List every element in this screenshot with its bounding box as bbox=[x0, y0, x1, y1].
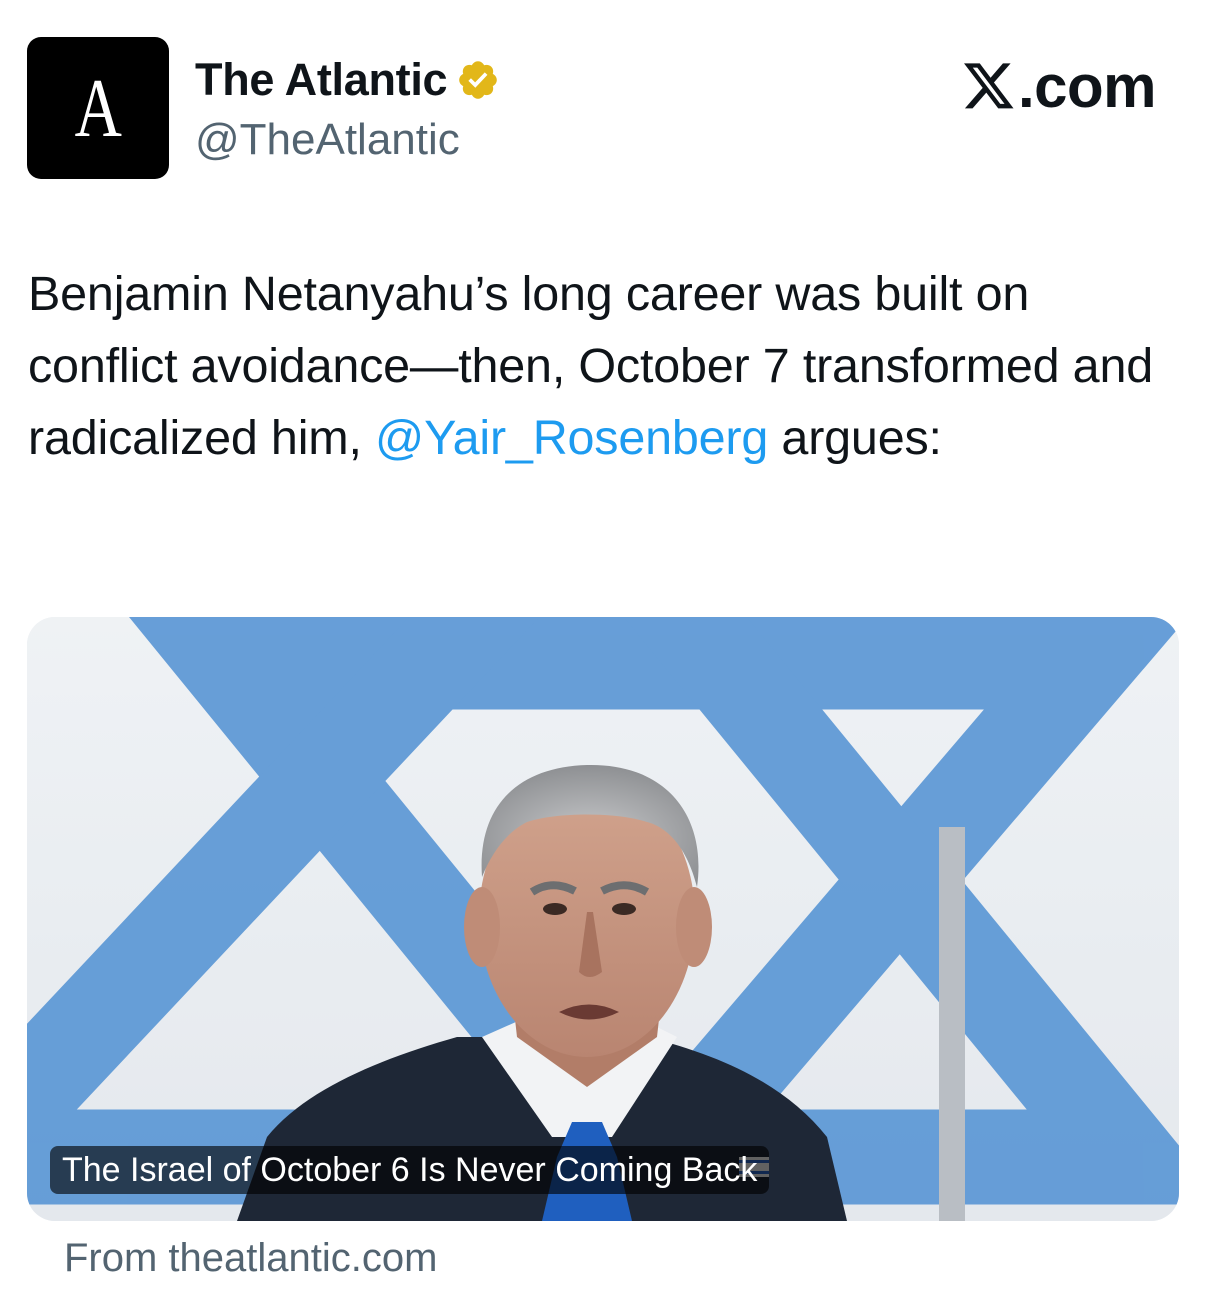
card-title[interactable]: The Israel of October 6 Is Never Coming … bbox=[50, 1146, 770, 1194]
card-source-link[interactable]: From theatlantic.com bbox=[64, 1232, 437, 1284]
avatar-letter: A bbox=[74, 62, 122, 155]
mention-link[interactable]: @Yair_Rosenberg bbox=[375, 411, 768, 465]
tweet-text-part2: argues: bbox=[768, 411, 942, 465]
card-image bbox=[27, 617, 1179, 1221]
tweet-text: Benjamin Netanyahu’s long career was bui… bbox=[28, 258, 1178, 474]
verified-badge-icon bbox=[459, 61, 498, 99]
display-name[interactable]: The Atlantic bbox=[195, 54, 448, 106]
x-logo-icon bbox=[963, 63, 1014, 109]
x-com-brand: .com bbox=[962, 53, 1157, 120]
brand-label: .com bbox=[1017, 53, 1157, 120]
account-avatar[interactable]: A bbox=[27, 37, 169, 179]
account-handle[interactable]: @TheAtlantic bbox=[195, 112, 460, 168]
account-name-row[interactable]: The Atlantic bbox=[195, 52, 500, 108]
link-card[interactable]: The Israel of October 6 Is Never Coming … bbox=[27, 617, 1179, 1221]
